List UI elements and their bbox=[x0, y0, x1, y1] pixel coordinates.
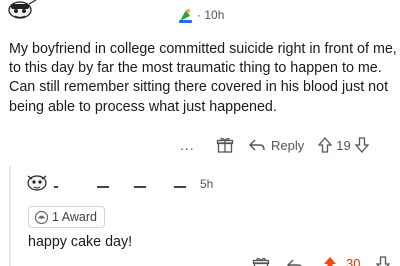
upvote-icon[interactable] bbox=[322, 256, 338, 266]
reply-label: Reply bbox=[271, 137, 305, 153]
vote-controls: 19 bbox=[318, 137, 369, 153]
reply-timestamp: 5h bbox=[200, 177, 214, 191]
reply-icon[interactable] bbox=[286, 256, 304, 266]
vote-score: 30 bbox=[346, 256, 361, 266]
gift-icon[interactable] bbox=[252, 256, 270, 266]
reply-actions: 30 bbox=[252, 256, 400, 266]
gift-icon[interactable] bbox=[216, 136, 234, 154]
reply-icon bbox=[249, 139, 265, 151]
award-badge[interactable]: 1 Award bbox=[28, 206, 105, 228]
downvote-icon[interactable] bbox=[376, 256, 390, 266]
redacted-username bbox=[174, 186, 186, 188]
redacted-username bbox=[134, 186, 146, 188]
vote-score: 19 bbox=[336, 137, 351, 153]
award-icon bbox=[179, 9, 192, 23]
redacted-username bbox=[97, 186, 109, 188]
user-avatar-icon[interactable] bbox=[1, 0, 39, 22]
comment-actions: ... Reply 19 bbox=[180, 136, 396, 154]
comment-meta: · 10h bbox=[176, 6, 224, 24]
more-options-button[interactable]: ... bbox=[180, 137, 202, 153]
reply-body: happy cake day! bbox=[28, 234, 133, 250]
downvote-icon[interactable] bbox=[354, 137, 369, 153]
reply-avatar-icon[interactable] bbox=[24, 170, 50, 194]
reply-button[interactable]: Reply bbox=[248, 136, 304, 154]
comment-body: My boyfriend in college committed suicid… bbox=[9, 41, 397, 115]
upvote-icon[interactable] bbox=[318, 137, 333, 153]
comment-timestamp: · 10h bbox=[197, 8, 225, 22]
award-icon bbox=[34, 210, 49, 224]
comment-thread: · 10h My boyfriend in college committed … bbox=[0, 0, 400, 266]
award-label: 1 Award bbox=[52, 210, 97, 224]
thread-line[interactable] bbox=[9, 166, 11, 266]
redacted-username bbox=[54, 186, 58, 188]
